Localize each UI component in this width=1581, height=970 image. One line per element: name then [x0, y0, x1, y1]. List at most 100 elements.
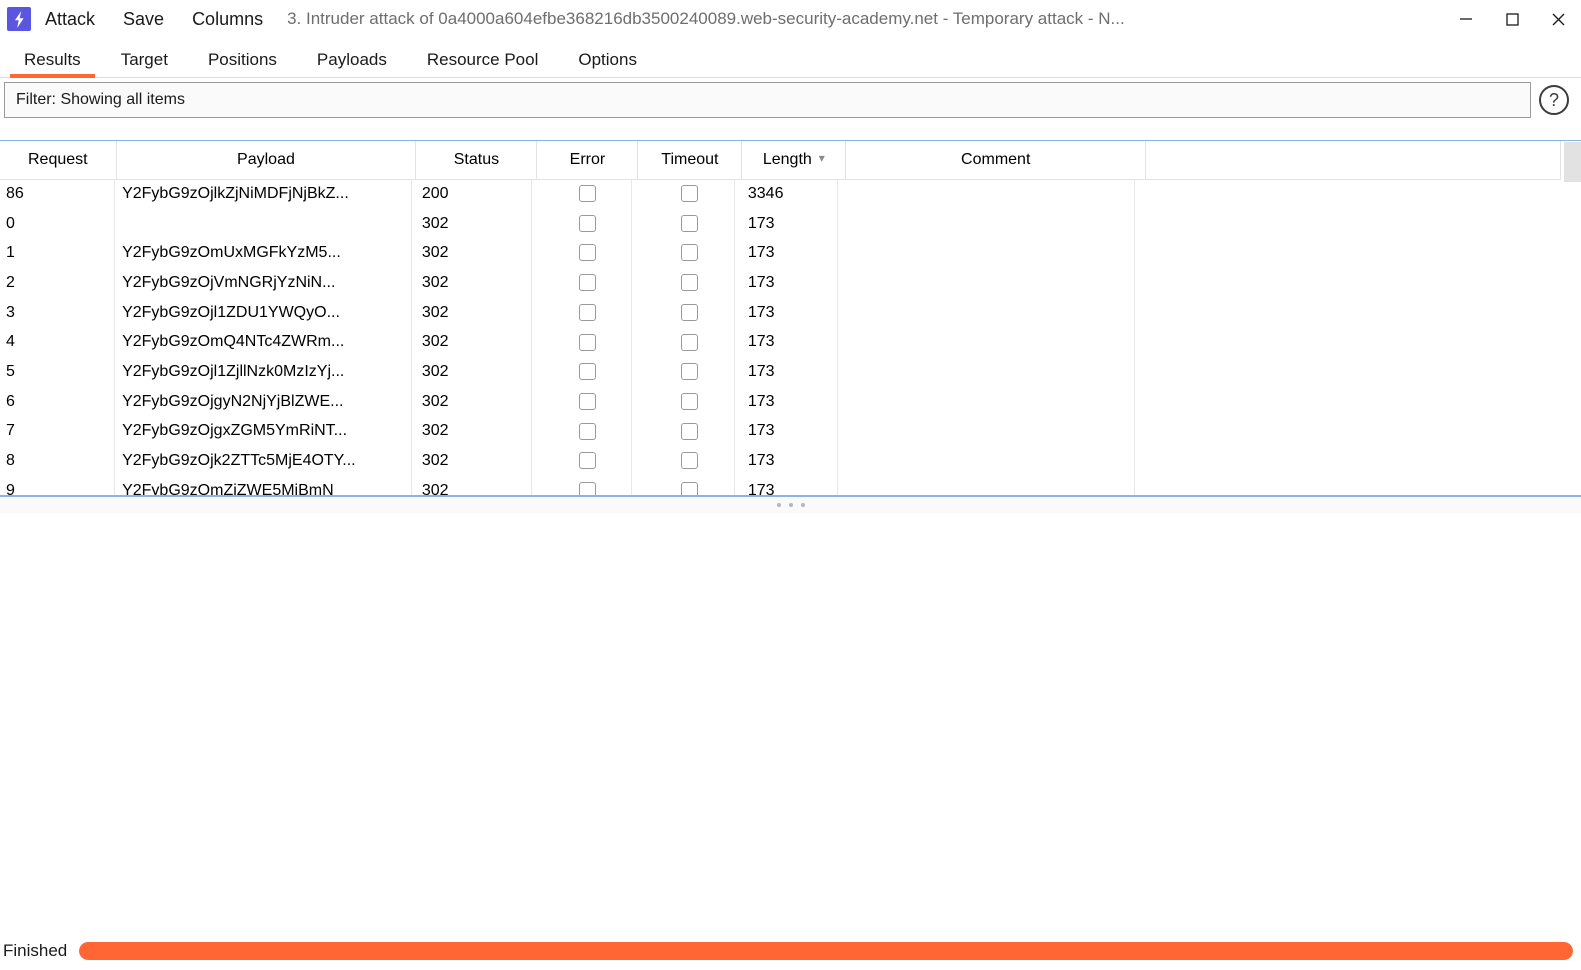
error-checkbox[interactable]: [578, 303, 596, 321]
error-checkbox-cell: [537, 387, 638, 417]
timeout-checkbox[interactable]: [681, 244, 699, 262]
pane-splitter[interactable]: [0, 497, 1581, 513]
filter-row: Filter: Showing all items ?: [0, 78, 1581, 122]
minimize-icon[interactable]: [1443, 0, 1489, 38]
table-row[interactable]: 9 Y2FybG9zOmZiZWE5MiBmN 302 173: [0, 476, 1561, 495]
column-header-error[interactable]: Error: [536, 141, 639, 180]
error-checkbox-cell: [537, 238, 638, 268]
cell-status: 302: [421, 273, 449, 291]
table-row[interactable]: 2 Y2FybG9zOjVmNGRjYzNiN... 302 173: [0, 268, 1561, 298]
timeout-checkbox[interactable]: [681, 303, 699, 321]
timeout-checkbox-cell: [638, 209, 742, 239]
cell-payload: Y2FybG9zOjl1ZjllNzk0MzIzYj...: [122, 362, 345, 380]
table-row[interactable]: 7 Y2FybG9zOjgxZGM5YmRiNT... 302 173: [0, 417, 1561, 447]
menu-attack[interactable]: Attack: [31, 0, 109, 38]
table-row[interactable]: 86 Y2FybG9zOjlkZjNiMDFjNjBkZ... 200 3346: [0, 179, 1561, 209]
cell-payload: Y2FybG9zOjk2ZTTc5MjE4OTY...: [122, 452, 356, 470]
question-mark-icon[interactable]: ?: [1539, 85, 1569, 115]
results-table-body: 86 Y2FybG9zOjlkZjNiMDFjNjBkZ... 200 3346 0 30…: [0, 179, 1561, 495]
tab-resource-pool[interactable]: Resource Pool: [407, 50, 559, 77]
tab-results[interactable]: Results: [4, 50, 101, 78]
cell-status: 302: [421, 333, 449, 351]
table-row[interactable]: 0 302 173: [0, 209, 1561, 239]
table-row[interactable]: 6 Y2FybG9zOjgyN2NjYjBlZWE... 302 173: [0, 387, 1561, 417]
drag-dots-icon: [800, 503, 805, 507]
table-row[interactable]: 4 Y2FybG9zOmQ4NTc4ZWRm... 302 173: [0, 327, 1561, 357]
cell-length: 173: [747, 333, 775, 351]
menu-save[interactable]: Save: [109, 0, 178, 38]
error-checkbox[interactable]: [578, 452, 596, 470]
cell-request: 8: [6, 452, 15, 470]
column-header-extra[interactable]: [1145, 141, 1561, 180]
results-table: Request Payload Status Error Timeout Len…: [0, 141, 1561, 495]
column-header-request[interactable]: Request: [0, 141, 117, 180]
cell-request: 2: [6, 273, 15, 291]
close-icon[interactable]: [1535, 0, 1581, 38]
attack-progress-fill: [79, 942, 1573, 960]
cell-status: 302: [421, 303, 449, 321]
cell-extra: [1146, 357, 1561, 387]
cell-extra: [1146, 446, 1561, 476]
timeout-checkbox[interactable]: [681, 392, 699, 410]
tab-payloads[interactable]: Payloads: [297, 50, 407, 77]
results-scrollbar-track[interactable]: [1564, 141, 1581, 495]
tab-target[interactable]: Target: [101, 50, 188, 77]
error-checkbox-cell: [537, 417, 638, 447]
error-checkbox[interactable]: [578, 333, 596, 351]
error-checkbox-cell: [537, 357, 638, 387]
cell-extra: [1146, 417, 1561, 447]
timeout-checkbox[interactable]: [681, 481, 699, 495]
status-bar: Finished: [0, 932, 1581, 970]
error-checkbox-cell: [537, 298, 638, 328]
timeout-checkbox[interactable]: [681, 333, 699, 351]
results-scrollbar-thumb[interactable]: [1564, 142, 1581, 182]
cell-request: 7: [6, 422, 15, 440]
cell-comment: [846, 417, 1146, 447]
table-row[interactable]: 8 Y2FybG9zOjk2ZTTc5MjE4OTY... 302 173: [0, 446, 1561, 476]
status-label: Finished: [3, 941, 68, 960]
error-checkbox[interactable]: [578, 244, 596, 262]
cell-length: 173: [747, 362, 775, 380]
error-checkbox[interactable]: [578, 185, 596, 203]
tab-options[interactable]: Options: [558, 50, 657, 77]
cell-status: 302: [421, 214, 449, 232]
error-checkbox[interactable]: [578, 363, 596, 381]
timeout-checkbox[interactable]: [681, 452, 699, 470]
error-checkbox[interactable]: [578, 422, 596, 440]
cell-comment: [846, 387, 1146, 417]
cell-payload: Y2FybG9zOmUxMGFkYzM5...: [122, 244, 341, 262]
column-header-status[interactable]: Status: [415, 141, 538, 180]
cell-status: 302: [421, 422, 449, 440]
filter-bar[interactable]: Filter: Showing all items: [4, 82, 1531, 118]
menu-columns[interactable]: Columns: [178, 0, 277, 38]
error-checkbox[interactable]: [578, 481, 596, 495]
cell-status: 302: [421, 392, 449, 410]
column-header-length[interactable]: Length ▾: [741, 141, 847, 180]
burp-lightning-icon: [7, 7, 31, 31]
column-header-comment[interactable]: Comment: [845, 141, 1147, 180]
table-row[interactable]: 1 Y2FybG9zOmUxMGFkYzM5... 302 173: [0, 238, 1561, 268]
timeout-checkbox[interactable]: [681, 363, 699, 381]
cell-request: 5: [6, 362, 15, 380]
table-row[interactable]: 3 Y2FybG9zOjl1ZDU1YWQyO... 302 173: [0, 298, 1561, 328]
error-checkbox-cell: [537, 268, 638, 298]
error-checkbox[interactable]: [578, 214, 596, 232]
timeout-checkbox-cell: [638, 238, 742, 268]
cell-payload: Y2FybG9zOjgxZGM5YmRiNT...: [122, 422, 348, 440]
column-header-timeout[interactable]: Timeout: [637, 141, 743, 180]
cell-comment: [846, 298, 1146, 328]
cell-payload: Y2FybG9zOjl1ZDU1YWQyO...: [122, 303, 340, 321]
error-checkbox[interactable]: [578, 274, 596, 292]
tab-positions[interactable]: Positions: [188, 50, 297, 77]
timeout-checkbox-cell: [638, 179, 742, 209]
timeout-checkbox[interactable]: [681, 422, 699, 440]
timeout-checkbox[interactable]: [681, 274, 699, 292]
table-row[interactable]: 5 Y2FybG9zOjl1ZjllNzk0MzIzYj... 302 173: [0, 357, 1561, 387]
timeout-checkbox[interactable]: [681, 214, 699, 232]
cell-length: 173: [747, 214, 775, 232]
error-checkbox-cell: [537, 327, 638, 357]
column-header-payload[interactable]: Payload: [116, 141, 417, 180]
maximize-icon[interactable]: [1489, 0, 1535, 38]
error-checkbox[interactable]: [578, 392, 596, 410]
timeout-checkbox[interactable]: [681, 185, 699, 203]
